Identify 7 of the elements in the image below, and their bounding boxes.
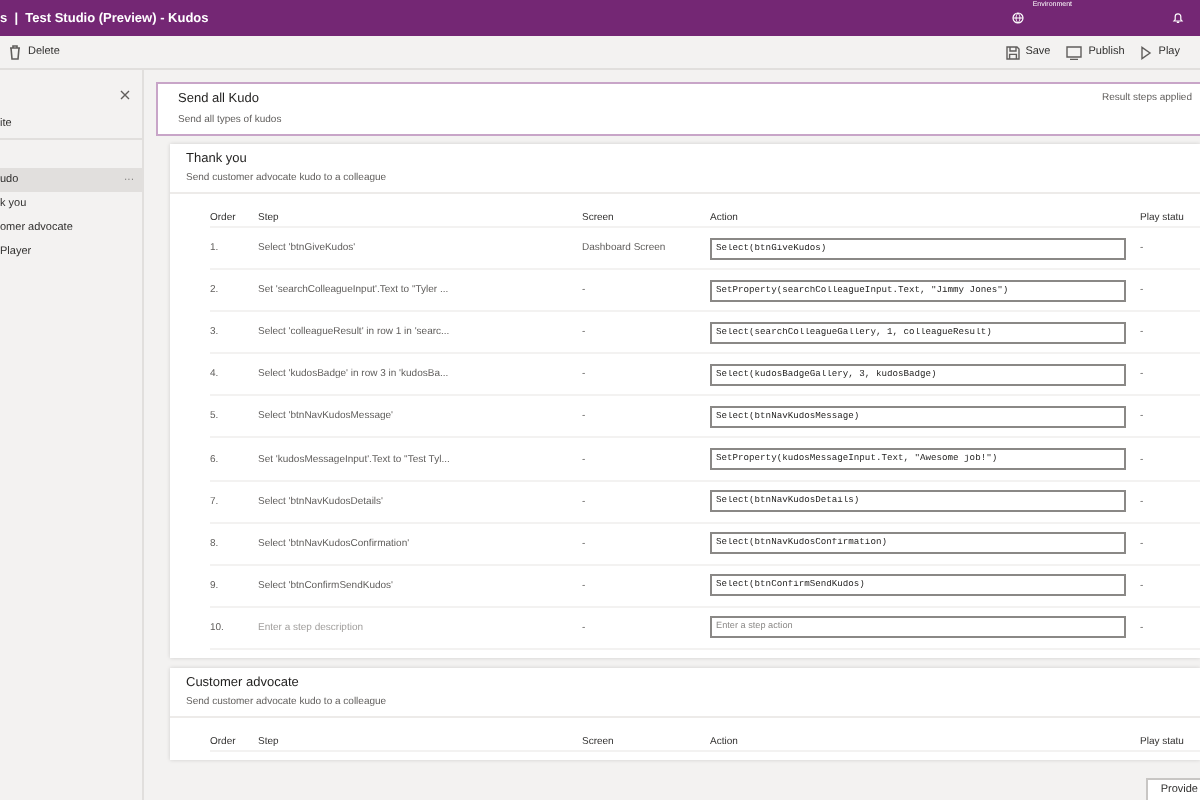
environment-icon [1012, 12, 1025, 24]
publish-icon [1066, 45, 1083, 59]
close-icon[interactable] [120, 89, 130, 99]
trash-icon [8, 44, 22, 60]
save-icon [1005, 45, 1020, 59]
play-icon [1140, 45, 1153, 59]
bell-icon[interactable] [1172, 12, 1184, 24]
